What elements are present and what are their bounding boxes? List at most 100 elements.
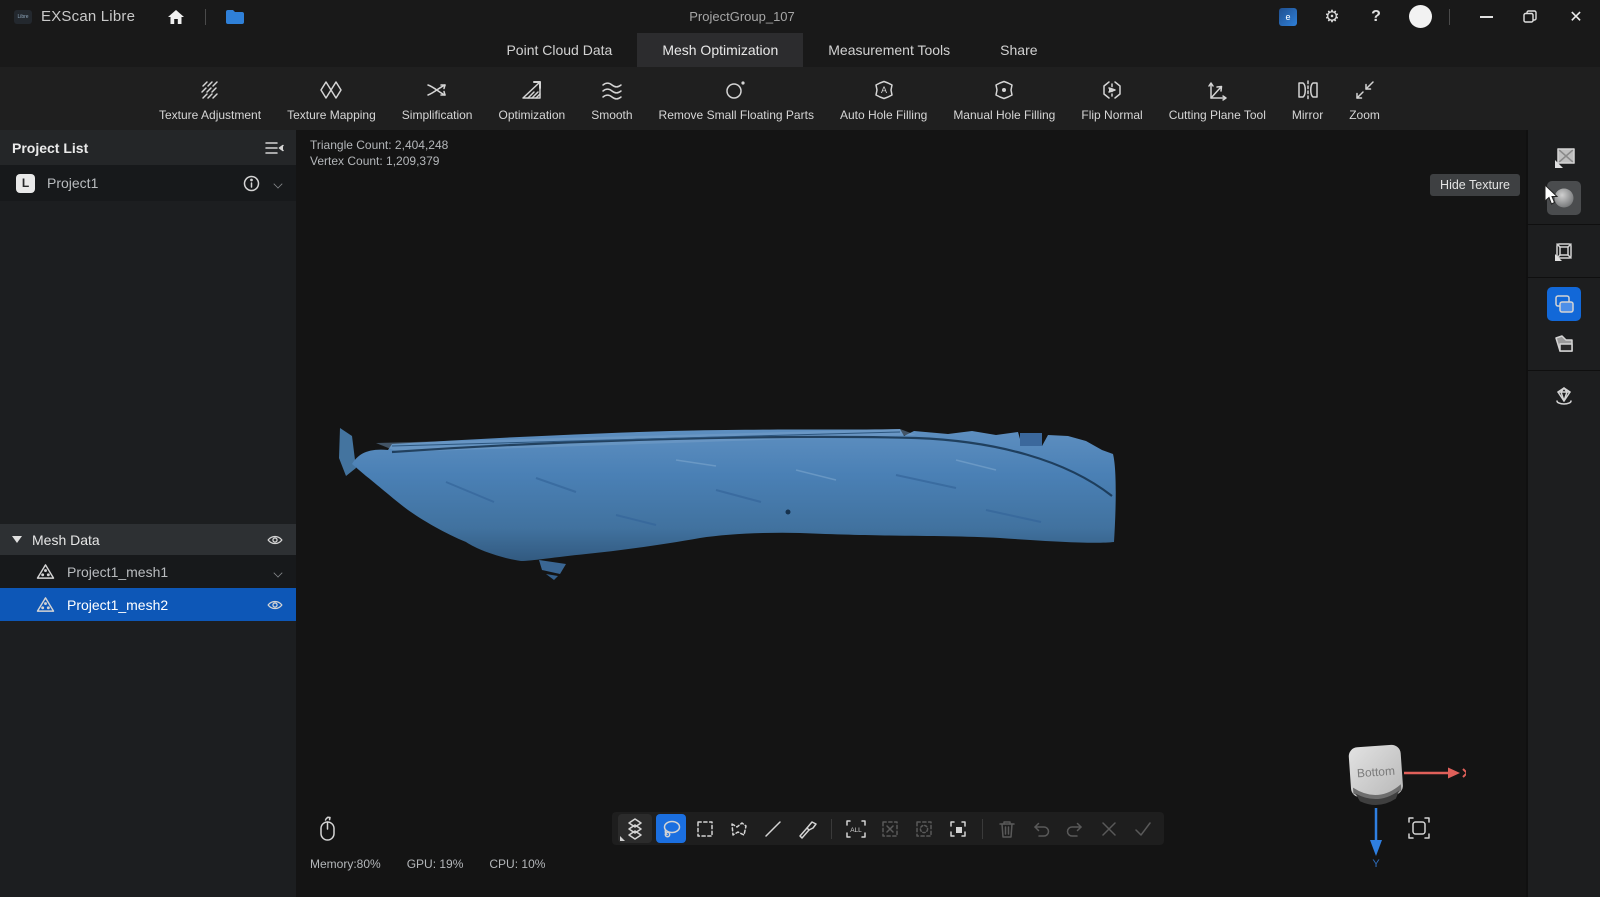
texture-mapping-tool[interactable]: Texture Mapping xyxy=(274,67,389,122)
mesh-visibility-eye-icon[interactable] xyxy=(266,599,284,611)
zoom-icon xyxy=(1355,81,1374,99)
help-icon: ? xyxy=(1371,7,1381,25)
tab-mesh-optimization[interactable]: Mesh Optimization xyxy=(637,33,804,67)
open-project-button[interactable] xyxy=(220,0,250,33)
simplification-tool[interactable]: Simplification xyxy=(389,67,486,122)
nav-cube-face-label: Bottom xyxy=(1356,764,1395,781)
project-views-button[interactable] xyxy=(1547,327,1581,361)
tab-measurement-tools[interactable]: Measurement Tools xyxy=(803,33,975,67)
texture-adjustment-tool[interactable]: Texture Adjustment xyxy=(146,67,274,122)
project-row[interactable]: L Project1 xyxy=(0,165,296,201)
mesh-item-project1-mesh1[interactable]: Project1_mesh1 xyxy=(0,555,296,588)
mode-tabs: Point Cloud Data Mesh Optimization Measu… xyxy=(0,33,1600,67)
smooth-tool[interactable]: Smooth xyxy=(578,67,645,122)
maximize-button[interactable] xyxy=(1508,0,1552,33)
mesh-item-label: Project1_mesh2 xyxy=(67,596,169,613)
deselect-all-button[interactable] xyxy=(875,814,905,843)
tool-label: Texture Adjustment xyxy=(159,108,262,122)
polygon-select-button[interactable] xyxy=(724,814,754,843)
stacked-files-icon xyxy=(1555,335,1573,352)
optimization-tool[interactable]: Optimization xyxy=(485,67,578,122)
close-icon: ✕ xyxy=(1569,8,1583,26)
optimization-icon xyxy=(522,81,541,99)
multi-view-button[interactable] xyxy=(1547,287,1581,321)
tool-label: Zoom xyxy=(1349,108,1380,122)
view-mode-rail xyxy=(1526,130,1600,897)
select-connected-icon xyxy=(950,820,966,837)
wireframe-view-button[interactable] xyxy=(1547,234,1581,268)
invert-selection-icon xyxy=(916,820,932,837)
redo-button[interactable] xyxy=(1060,814,1090,843)
tool-label: Auto Hole Filling xyxy=(839,108,928,122)
mirror-icon xyxy=(1297,80,1318,100)
minimize-button[interactable] xyxy=(1464,0,1508,33)
texture-mapping-icon xyxy=(320,81,343,99)
visibility-layers-button[interactable] xyxy=(618,814,652,843)
lasso-select-button[interactable] xyxy=(656,814,686,843)
auto-hole-filling-tool[interactable]: A Auto Hole Filling xyxy=(827,67,940,122)
trash-icon xyxy=(999,820,1015,838)
mesh-item-project1-mesh2[interactable]: Project1_mesh2 xyxy=(0,588,296,621)
manual-hole-filling-icon xyxy=(995,80,1014,100)
project-info-icon[interactable] xyxy=(243,175,260,192)
texture-adjustment-icon xyxy=(201,81,218,99)
mesh-visibility-eye-icon[interactable] xyxy=(266,534,284,546)
remove-small-floating-parts-tool[interactable]: Remove Small Floating Parts xyxy=(646,67,827,122)
mirror-tool[interactable]: Mirror xyxy=(1279,67,1336,122)
tool-label: Optimization xyxy=(498,108,566,122)
mesh-item-label: Project1_mesh1 xyxy=(67,563,169,580)
cancel-selection-button[interactable] xyxy=(1094,814,1124,843)
flip-normal-tool[interactable]: Flip Normal xyxy=(1068,67,1155,122)
account-badge-icon: e xyxy=(1279,7,1297,26)
tool-label: Smooth xyxy=(591,108,633,122)
navigation-cube[interactable]: Bottom Y xyxy=(1336,738,1466,868)
tool-label: Texture Mapping xyxy=(287,108,376,122)
redo-icon xyxy=(1066,822,1082,837)
mesh-data-header[interactable]: Mesh Data xyxy=(0,524,296,555)
delete-selection-button[interactable] xyxy=(992,814,1022,843)
tab-share[interactable]: Share xyxy=(975,33,1062,67)
ribbon-toolbar: Texture Adjustment Texture Mapping Simpl… xyxy=(0,67,1600,130)
section-collapse-chevron-icon xyxy=(12,536,22,543)
titlebar-divider xyxy=(1449,8,1450,25)
rectangle-select-button[interactable] xyxy=(690,814,720,843)
invert-selection-button[interactable] xyxy=(909,814,939,843)
rail-separator xyxy=(1527,224,1600,225)
zoom-tool[interactable]: Zoom xyxy=(1336,67,1393,122)
project-expand-chevron-icon[interactable] xyxy=(274,180,284,186)
user-avatar[interactable] xyxy=(1405,0,1435,33)
settings-button[interactable]: ⚙ xyxy=(1317,0,1347,33)
material-quality-button[interactable] xyxy=(1547,380,1581,414)
mesh-item-chevron-icon[interactable] xyxy=(274,569,284,575)
account-button[interactable]: e xyxy=(1273,0,1303,33)
help-button[interactable]: ? xyxy=(1361,0,1391,33)
rectangle-select-icon xyxy=(697,820,713,837)
undo-icon xyxy=(1034,822,1050,837)
tab-point-cloud-data[interactable]: Point Cloud Data xyxy=(481,33,637,67)
tool-label: Mirror xyxy=(1291,108,1324,122)
manual-hole-filling-tool[interactable]: Manual Hole Filling xyxy=(940,67,1068,122)
mesh-data-title: Mesh Data xyxy=(32,531,100,548)
project-sidebar: Project List L Project1 Mesh Data Projec… xyxy=(0,130,296,897)
folder-icon xyxy=(226,9,245,24)
undo-button[interactable] xyxy=(1026,814,1056,843)
line-select-button[interactable] xyxy=(758,814,788,843)
selection-toolbar: ALL xyxy=(612,812,1164,845)
deselect-icon xyxy=(882,820,898,837)
minimize-icon xyxy=(1479,15,1493,18)
app-name: EXScan Libre xyxy=(41,8,136,25)
collapse-panel-icon[interactable] xyxy=(264,141,284,155)
select-connected-button[interactable] xyxy=(943,814,973,843)
3d-viewport[interactable]: Triangle Count: 2,404,248 Vertex Count: … xyxy=(296,130,1526,897)
overlapping-views-icon xyxy=(1555,295,1574,313)
brush-select-button[interactable] xyxy=(792,814,822,843)
close-button[interactable]: ✕ xyxy=(1552,0,1600,33)
toolbar-separator xyxy=(831,818,832,839)
gear-icon: ⚙ xyxy=(1324,6,1340,26)
confirm-selection-button[interactable] xyxy=(1128,814,1158,843)
texture-view-button[interactable] xyxy=(1547,141,1581,175)
cutting-plane-tool[interactable]: Cutting Plane Tool xyxy=(1156,67,1279,122)
select-all-button[interactable]: ALL xyxy=(841,814,871,843)
project-type-badge: L xyxy=(16,173,35,193)
home-button[interactable] xyxy=(161,0,191,33)
